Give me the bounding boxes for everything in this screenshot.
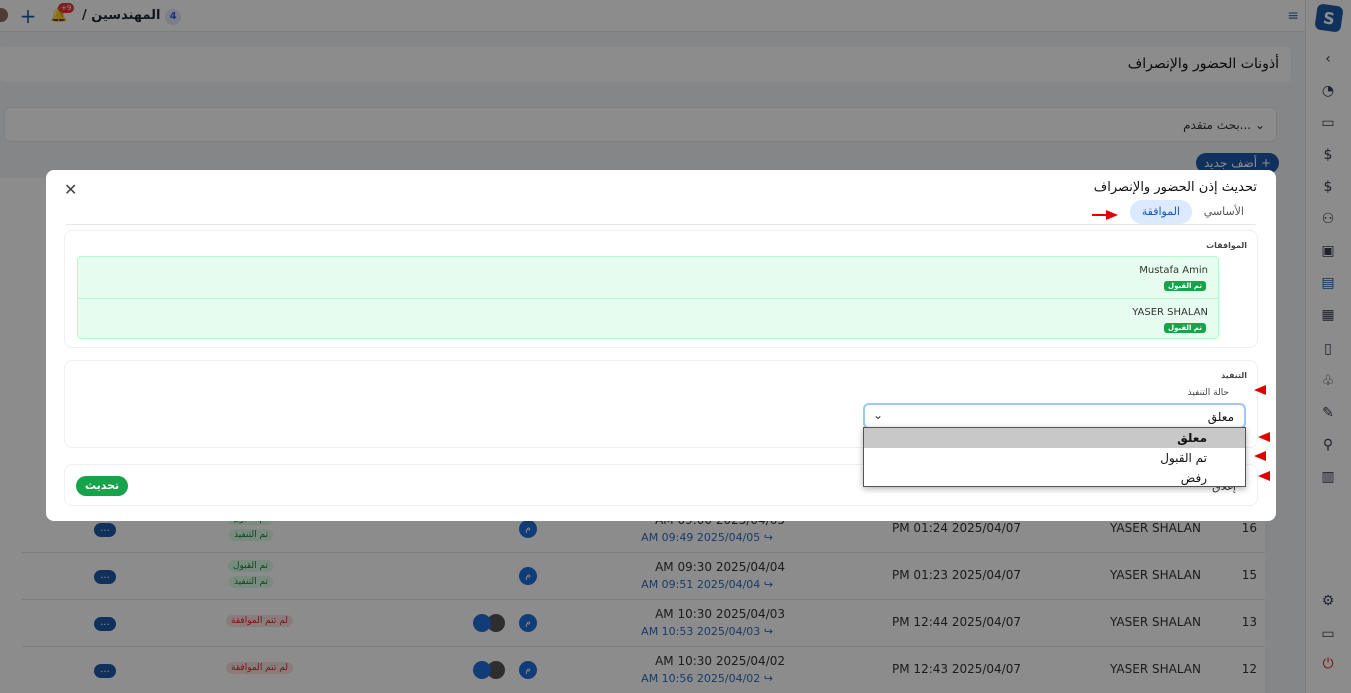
- tab-basic[interactable]: الأساسي: [1192, 200, 1256, 224]
- annotation-arrow-icon: [1258, 471, 1270, 481]
- approval-status-badge: تم القبول: [1164, 281, 1206, 291]
- select-value: معلق: [1207, 410, 1234, 424]
- approval-status-badge: تم القبول: [1164, 323, 1206, 333]
- dropdown-option-rejected[interactable]: رفض: [864, 468, 1245, 488]
- annotation-arrow-icon: [1106, 210, 1118, 220]
- approvals-list: Mustafa Amin تم القبول YASER SHALAN تم ا…: [77, 256, 1219, 339]
- approvals-label: الموافقات: [1206, 241, 1247, 250]
- update-button[interactable]: تحديث: [76, 476, 129, 496]
- dropdown-option-accepted[interactable]: تم القبول: [864, 448, 1245, 468]
- approval-item: Mustafa Amin تم القبول: [78, 257, 1218, 298]
- approver-name: YASER SHALAN: [1132, 307, 1208, 318]
- tab-divider: [66, 224, 1256, 225]
- approval-item: YASER SHALAN تم القبول: [78, 298, 1218, 339]
- modal-title: تحديث إذن الحضور والإنصراف: [1093, 180, 1257, 195]
- execution-status-label: حالة التنفيذ: [1187, 388, 1229, 398]
- dropdown-option-pending[interactable]: معلق: [864, 428, 1245, 448]
- approvals-card: الموافقات Mustafa Amin تم القبول YASER S…: [64, 230, 1258, 348]
- update-permission-modal: تحديث إذن الحضور والإنصراف ✕ الأساسي الم…: [46, 170, 1276, 521]
- approver-name: Mustafa Amin: [1139, 265, 1208, 276]
- close-icon[interactable]: ✕: [64, 182, 77, 198]
- execution-label: التنفيذ: [1221, 371, 1247, 380]
- annotation-arrow-icon: [1254, 451, 1266, 461]
- annotation-arrow-icon: [1254, 385, 1266, 395]
- execution-status-dropdown: معلق تم القبول رفض: [863, 427, 1246, 487]
- annotation-arrow-icon: [1258, 432, 1270, 442]
- execution-status-select[interactable]: معلق ⌄: [863, 403, 1246, 429]
- tab-approval[interactable]: الموافقة: [1129, 200, 1192, 224]
- chevron-down-icon: ⌄: [873, 408, 884, 422]
